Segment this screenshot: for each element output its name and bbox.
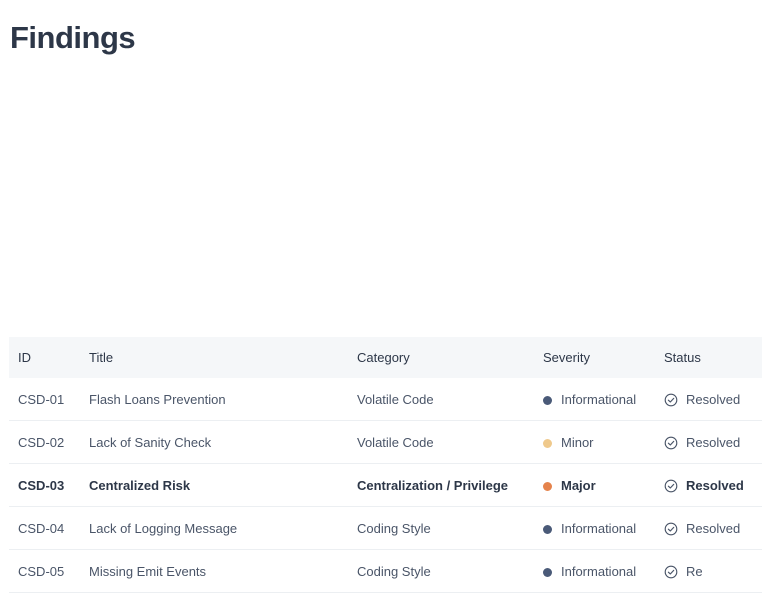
finding-status: Resolved	[655, 506, 762, 550]
table-row[interactable]: CSD-02 Lack of Sanity Check Volatile Code M…	[9, 420, 762, 464]
status-label: Resolved	[686, 520, 741, 536]
findings-table: ID Title Category Severity Status CSD-01…	[9, 337, 762, 593]
finding-status: Resolved	[655, 378, 762, 421]
table-row[interactable]: CSD-05 Missing Emit Events Coding Style Inf…	[9, 549, 762, 593]
severity-dot-icon	[543, 481, 552, 491]
finding-status: Resolved	[655, 463, 762, 507]
table-header-row: ID Title Category Severity Status	[9, 337, 762, 378]
column-header-severity[interactable]: Severity	[534, 337, 655, 378]
column-header-title[interactable]: Title	[80, 337, 348, 378]
severity-label: Informational	[561, 563, 637, 579]
severity-label: Minor	[561, 434, 594, 450]
check-circle-icon	[664, 522, 678, 535]
check-circle-icon	[664, 565, 678, 578]
finding-id: CSD-05	[9, 549, 80, 593]
table-row[interactable]: CSD-04 Lack of Logging Message Coding Styl…	[9, 506, 762, 550]
finding-severity: Informational	[534, 378, 655, 421]
check-circle-icon	[664, 436, 678, 449]
severity-dot-icon	[543, 567, 552, 577]
finding-title: Centralized Risk	[80, 463, 348, 507]
finding-title: Lack of Sanity Check	[80, 420, 348, 464]
finding-severity: Informational	[534, 549, 655, 593]
finding-title: Missing Emit Events	[80, 549, 348, 593]
check-circle-icon	[664, 393, 678, 406]
severity-dot-icon	[543, 438, 552, 448]
status-label: Resolved	[686, 434, 741, 450]
finding-category: Centralization / Privilege	[348, 463, 534, 507]
status-label: Resolved	[686, 477, 744, 493]
column-header-id[interactable]: ID	[9, 337, 80, 378]
finding-id: CSD-03	[9, 463, 80, 507]
finding-severity: Minor	[534, 420, 655, 464]
finding-status: Resolved	[655, 420, 762, 464]
status-label: Resolved	[686, 391, 741, 407]
column-header-status[interactable]: Status	[655, 337, 762, 378]
finding-severity: Major	[534, 463, 655, 507]
finding-category: Volatile Code	[348, 378, 534, 421]
finding-id: CSD-04	[9, 506, 80, 550]
page-title: Findings	[10, 20, 136, 55]
severity-label: Informational	[561, 391, 637, 407]
severity-label: Major	[561, 477, 596, 493]
finding-id: CSD-01	[9, 378, 80, 421]
findings-table-body: CSD-01 Flash Loans Prevention Volatile Cod…	[9, 378, 762, 593]
finding-category: Coding Style	[348, 549, 534, 593]
finding-category: Coding Style	[348, 506, 534, 550]
status-label: Re	[686, 563, 703, 579]
finding-status: Re	[655, 549, 762, 593]
finding-title: Lack of Logging Message	[80, 506, 348, 550]
finding-severity: Informational	[534, 506, 655, 550]
table-row[interactable]: CSD-01 Flash Loans Prevention Volatile Cod…	[9, 378, 762, 421]
check-circle-icon	[664, 479, 678, 492]
finding-category: Volatile Code	[348, 420, 534, 464]
severity-dot-icon	[543, 395, 552, 405]
severity-label: Informational	[561, 520, 637, 536]
table-row[interactable]: CSD-03 Centralized Risk Centralization / P…	[9, 463, 762, 507]
finding-id: CSD-02	[9, 420, 80, 464]
severity-dot-icon	[543, 524, 552, 534]
finding-title: Flash Loans Prevention	[80, 378, 348, 421]
column-header-category[interactable]: Category	[348, 337, 534, 378]
